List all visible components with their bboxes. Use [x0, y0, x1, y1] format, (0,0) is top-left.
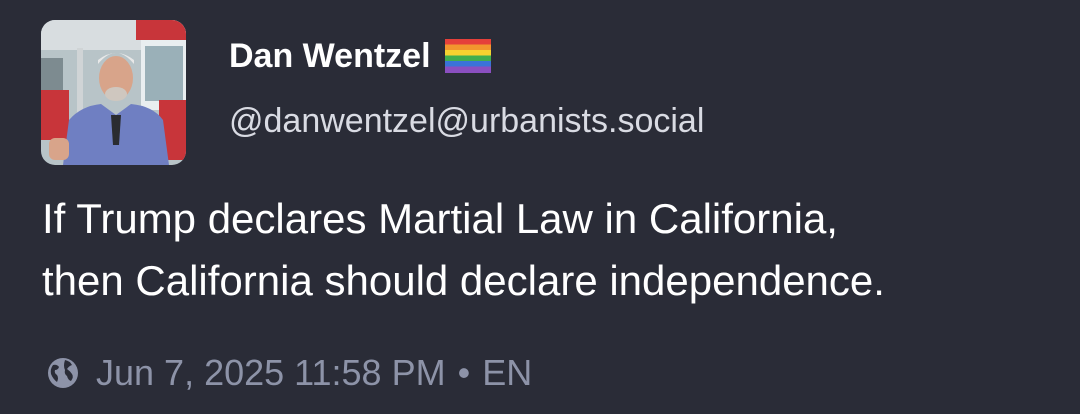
post-content: If Trump declares Martial Law in Califor…: [42, 188, 1052, 312]
display-name-text: Dan Wentzel: [229, 36, 431, 75]
post-meta: Jun 7, 2025 11:58 PM • EN: [46, 350, 532, 396]
rainbow-flag-icon: [444, 39, 491, 73]
author-display-name[interactable]: Dan Wentzel: [229, 34, 491, 78]
post-timestamp[interactable]: Jun 7, 2025 11:58 PM: [96, 352, 446, 394]
globe-icon: [48, 358, 78, 388]
author-handle[interactable]: @danwentzel@urbanists.social: [229, 102, 704, 141]
post-card: Dan Wentzel @danwentzel@urbanists.social…: [0, 0, 1080, 414]
avatar[interactable]: [41, 20, 186, 165]
meta-separator: •: [457, 352, 471, 393]
content-line: then California should declare independe…: [42, 257, 885, 304]
content-line: If Trump declares Martial Law in Califor…: [42, 195, 838, 242]
post-language: EN: [482, 352, 533, 393]
